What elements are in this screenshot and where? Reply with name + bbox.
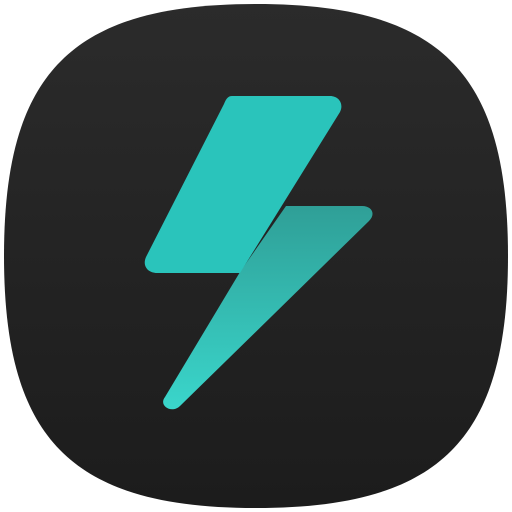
- app-icon-canvas: [0, 0, 512, 512]
- app-icon: [4, 4, 508, 508]
